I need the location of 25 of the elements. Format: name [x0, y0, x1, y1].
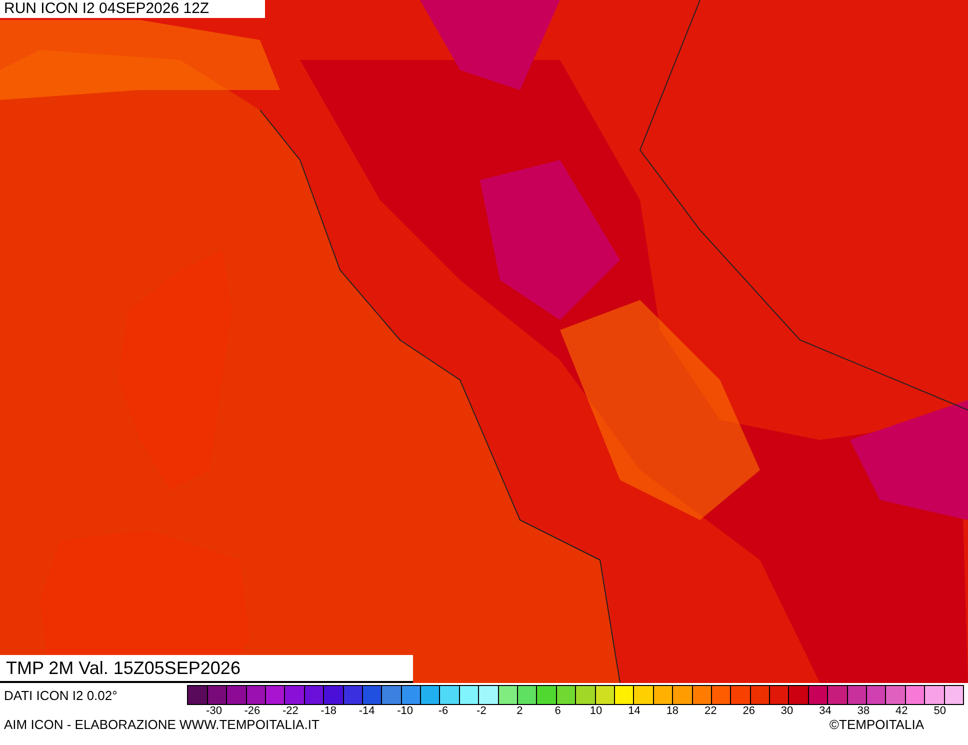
scale-label: -2: [476, 705, 488, 717]
scale-label: -10: [396, 705, 414, 717]
scale-label: 42: [894, 705, 909, 717]
scale-label: 38: [856, 705, 871, 717]
scale-label: -22: [281, 705, 300, 717]
scale-label: 18: [665, 705, 680, 717]
scale-label: 50: [932, 705, 947, 717]
scale-label: -18: [320, 705, 338, 717]
scale-label: 10: [588, 705, 604, 717]
valid-time-label: TMP 2M Val. 15Z05SEP2026: [0, 655, 413, 683]
scale-label: 30: [780, 705, 794, 717]
scale-label: -30: [205, 705, 223, 717]
run-label: RUN ICON I2 04SEP2026 12Z: [0, 0, 265, 18]
scale-label: -6: [437, 705, 450, 717]
scale-label: 2: [516, 705, 524, 717]
scale-label: 22: [704, 705, 718, 717]
scale-label: 6: [554, 705, 562, 717]
scale-label: -14: [358, 705, 376, 717]
data-source-label: DATI ICON I2 0.02°: [4, 688, 118, 702]
credit-text: AIM ICON - ELABORAZIONE WWW.TEMPOITALIA.IT: [4, 717, 320, 732]
scale-label: -26: [243, 705, 262, 717]
scale-label: 34: [818, 705, 832, 717]
scale-label: 26: [742, 705, 756, 717]
copyright-text: ©TEMPOITALIA: [829, 717, 924, 732]
scale-label: 14: [627, 705, 642, 717]
